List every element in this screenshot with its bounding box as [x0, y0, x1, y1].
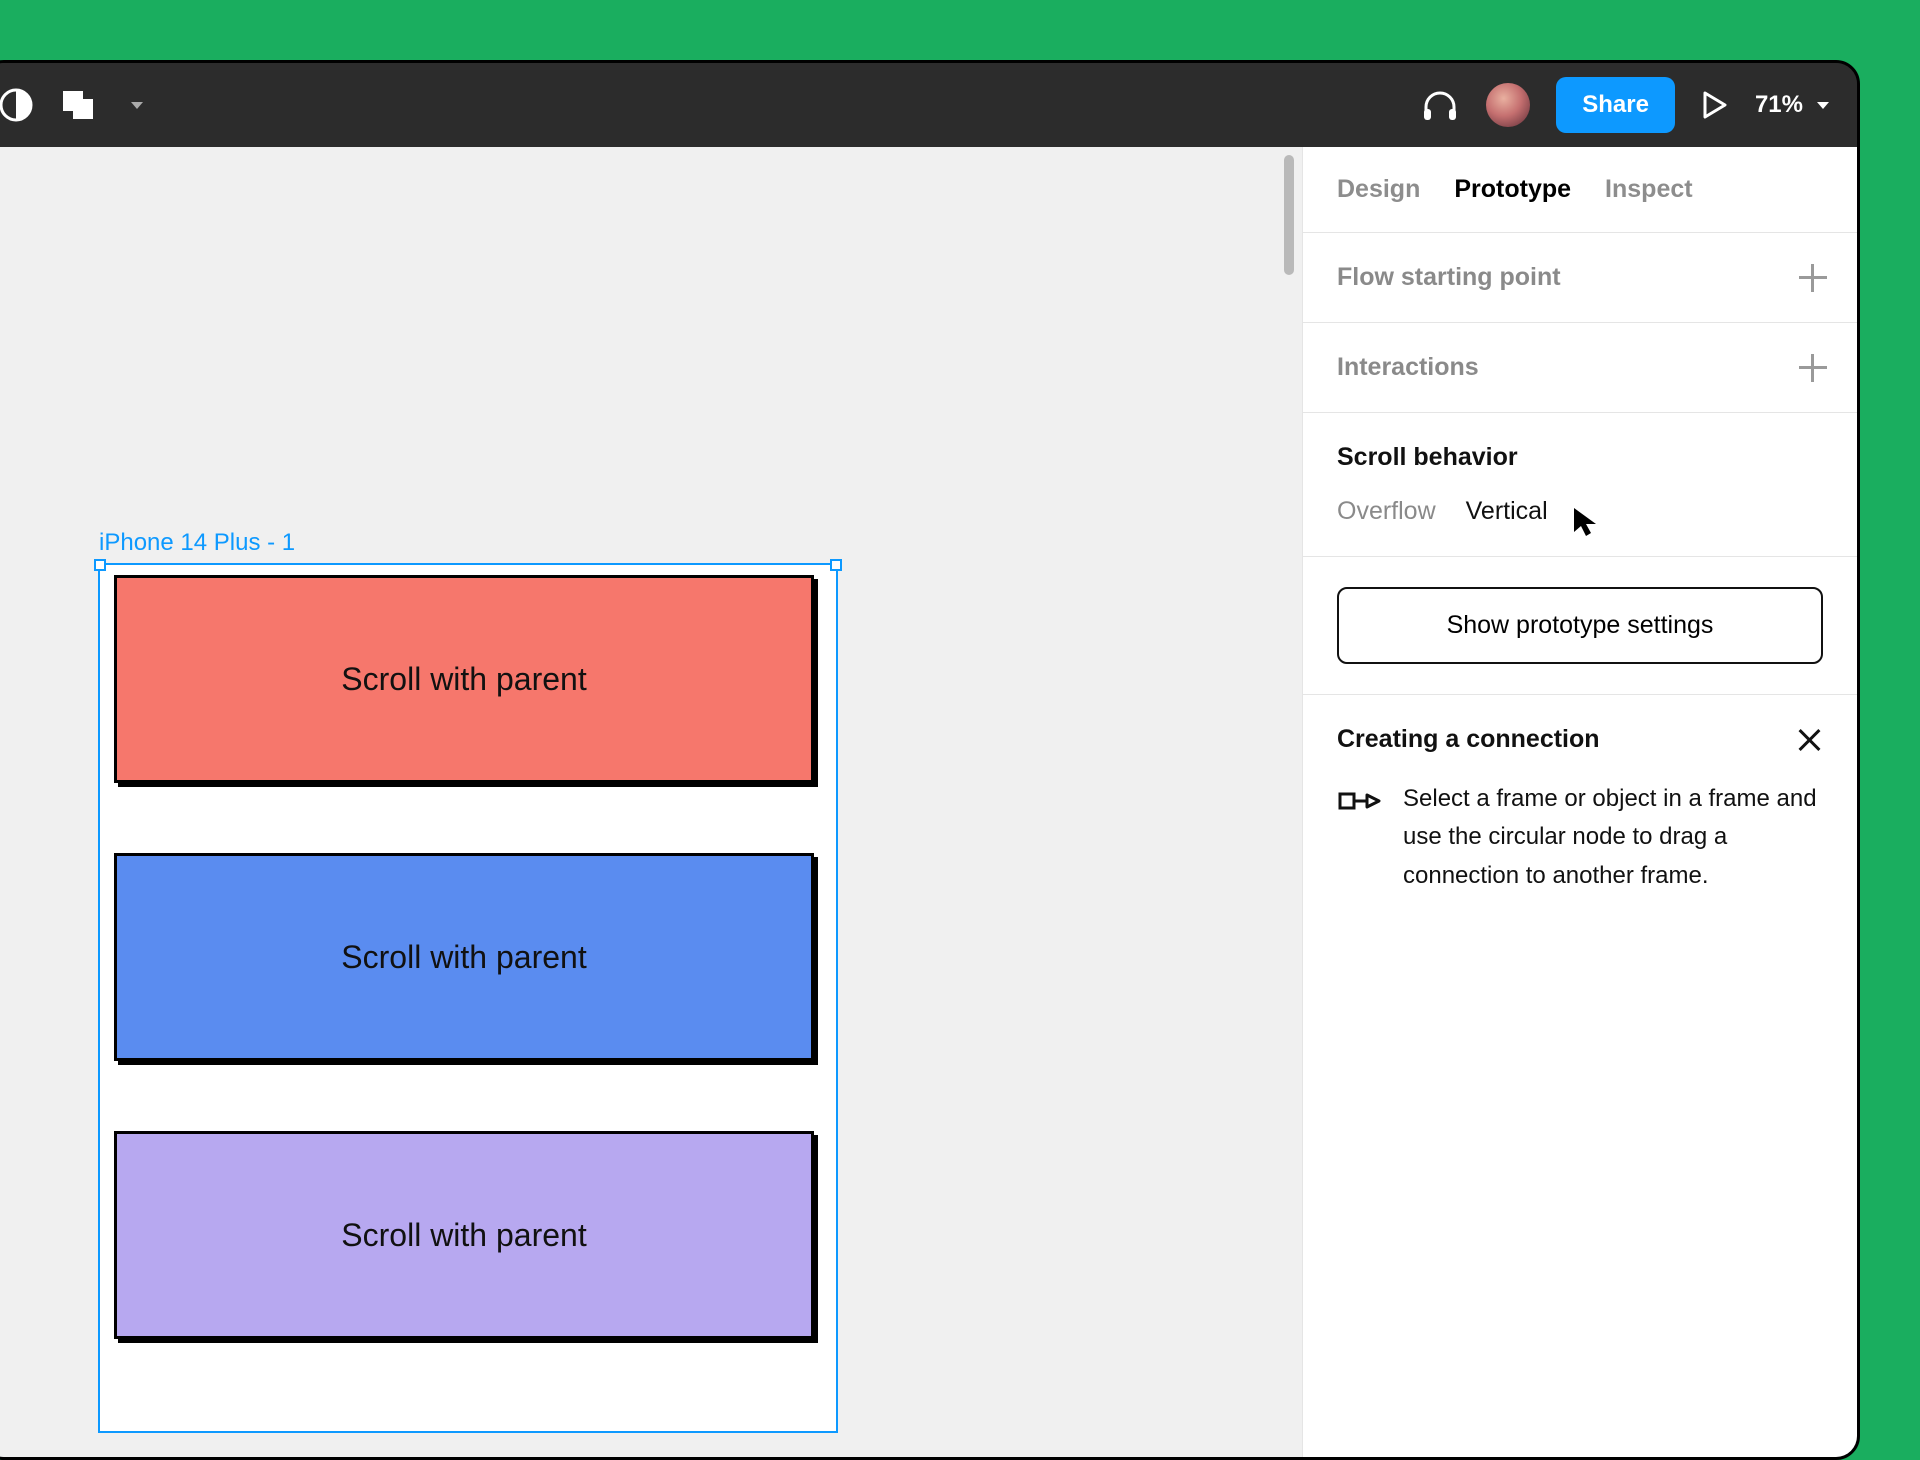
overflow-row: Overflow Vertical	[1337, 496, 1823, 526]
tab-prototype[interactable]: Prototype	[1454, 175, 1571, 204]
panel-tabs: Design Prototype Inspect	[1303, 147, 1857, 233]
selection-handle[interactable]	[830, 559, 842, 571]
shapes-icon[interactable]	[61, 87, 97, 123]
headphones-icon[interactable]	[1420, 85, 1460, 125]
plus-icon[interactable]	[1799, 354, 1827, 382]
main-area: iPhone 14 Plus - 1 Scroll with parent Sc…	[0, 147, 1857, 1457]
section-scroll-behavior: Scroll behavior Overflow Vertical	[1303, 413, 1857, 557]
zoom-display[interactable]: 71%	[1755, 91, 1829, 119]
frame-label[interactable]: iPhone 14 Plus - 1	[99, 529, 295, 557]
right-panel: Design Prototype Inspect Flow starting p…	[1302, 147, 1857, 1457]
canvas[interactable]: iPhone 14 Plus - 1 Scroll with parent Sc…	[0, 147, 1302, 1457]
contrast-icon[interactable]	[0, 88, 33, 122]
section-title: Scroll behavior	[1337, 443, 1823, 472]
section-interactions: Interactions	[1303, 323, 1857, 413]
block-label: Scroll with parent	[341, 939, 586, 976]
play-icon[interactable]	[1701, 91, 1729, 119]
chevron-down-icon	[1817, 102, 1829, 109]
app-window: Share 71% iPhone 14 Plus - 1 Scroll with…	[0, 60, 1860, 1460]
tab-inspect[interactable]: Inspect	[1605, 175, 1693, 204]
overflow-label: Overflow	[1337, 497, 1436, 526]
tab-design[interactable]: Design	[1337, 175, 1420, 204]
section-prototype-settings: Show prototype settings	[1303, 557, 1857, 695]
avatar[interactable]	[1486, 83, 1530, 127]
plus-icon[interactable]	[1799, 264, 1827, 292]
cursor-icon	[1572, 506, 1598, 536]
section-title: Interactions	[1337, 353, 1823, 382]
overflow-dropdown[interactable]: Vertical	[1466, 497, 1548, 526]
zoom-value: 71%	[1755, 91, 1803, 119]
tip-title: Creating a connection	[1337, 725, 1600, 754]
section-title: Flow starting point	[1337, 263, 1823, 292]
close-icon[interactable]	[1795, 726, 1823, 754]
block-blue[interactable]: Scroll with parent	[114, 853, 814, 1061]
toolbar-left	[0, 87, 143, 123]
toolbar-right: Share 71%	[1420, 77, 1829, 133]
connection-icon	[1337, 780, 1381, 824]
frame-iphone-14-plus-1[interactable]: Scroll with parent Scroll with parent Sc…	[98, 563, 838, 1433]
show-prototype-settings-button[interactable]: Show prototype settings	[1337, 587, 1823, 664]
toolbar: Share 71%	[0, 63, 1857, 147]
section-flow-starting-point: Flow starting point	[1303, 233, 1857, 323]
block-red[interactable]: Scroll with parent	[114, 575, 814, 783]
block-purple[interactable]: Scroll with parent	[114, 1131, 814, 1339]
block-label: Scroll with parent	[341, 1217, 586, 1254]
selection-handle[interactable]	[94, 559, 106, 571]
tip-body-text: Select a frame or object in a frame and …	[1403, 780, 1823, 895]
share-button[interactable]: Share	[1556, 77, 1675, 133]
chevron-down-icon[interactable]	[131, 102, 143, 109]
scrollbar[interactable]	[1284, 155, 1294, 275]
block-label: Scroll with parent	[341, 661, 586, 698]
tip-creating-connection: Creating a connection Select a frame or …	[1303, 695, 1857, 925]
